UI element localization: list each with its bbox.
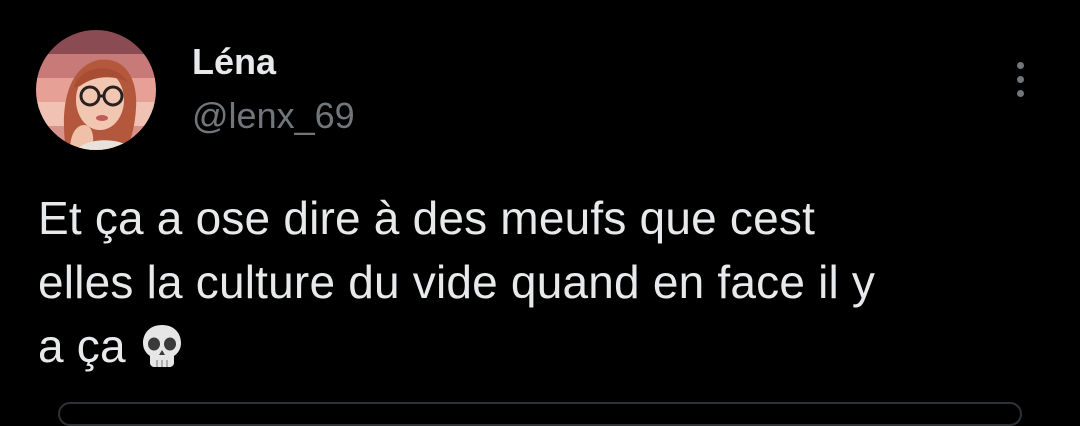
avatar-image bbox=[36, 30, 156, 150]
tweet-text-line-last: a ça bbox=[38, 314, 1038, 386]
more-vertical-icon-dot bbox=[1016, 89, 1024, 97]
tweet-text-line: a ça bbox=[38, 320, 126, 372]
more-options-button[interactable] bbox=[1004, 54, 1036, 104]
quoted-card[interactable] bbox=[58, 402, 1022, 426]
tweet-text-line: elles la culture du vide quand en face i… bbox=[38, 256, 876, 308]
tweet[interactable]: Léna @lenx_69 Et ça a ose dire à des meu… bbox=[0, 0, 1080, 426]
more-vertical-icon bbox=[1016, 61, 1024, 69]
tweet-text: Et ça a ose dire à des meufs que cest el… bbox=[38, 186, 1038, 386]
display-name[interactable]: Léna bbox=[192, 40, 276, 84]
more-vertical-icon-dot bbox=[1016, 75, 1024, 83]
skull-emoji bbox=[138, 322, 186, 386]
avatar[interactable] bbox=[36, 30, 156, 150]
tweet-text-line: Et ça a ose dire à des meufs que cest bbox=[38, 192, 816, 244]
user-handle[interactable]: @lenx_69 bbox=[192, 94, 355, 138]
